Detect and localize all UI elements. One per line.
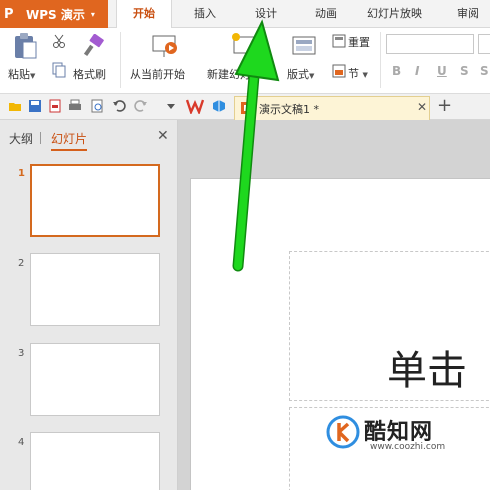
cloud-cube-icon[interactable] — [212, 99, 226, 113]
new-tab-button[interactable]: + — [437, 95, 452, 116]
tab-home[interactable]: 开始 — [116, 0, 172, 29]
undo-icon[interactable] — [112, 99, 126, 113]
copy-icon[interactable] — [52, 62, 66, 78]
slide-thumbnail-4[interactable] — [30, 432, 160, 490]
shadow-button[interactable]: S — [480, 64, 489, 78]
slide-number: 1 — [18, 168, 25, 179]
format-painter-icon[interactable] — [82, 34, 106, 58]
tab-review[interactable]: 审阅 — [457, 0, 479, 28]
chevron-down-icon: ▼ — [362, 71, 368, 79]
tab-slides[interactable]: 幻灯片 — [51, 130, 88, 151]
slide-thumbnail-3[interactable] — [30, 343, 160, 416]
tab-insert[interactable]: 插入 — [194, 0, 216, 28]
layout-button[interactable]: 版式▼ — [287, 66, 314, 82]
chevron-down-icon[interactable] — [164, 99, 178, 113]
chevron-down-icon: ▼ — [30, 72, 36, 80]
tab-outline[interactable]: 大纲 — [9, 130, 33, 147]
reset-icon[interactable] — [332, 34, 346, 48]
paste-icon[interactable] — [12, 32, 38, 60]
print-icon[interactable] — [68, 99, 82, 113]
watermark-url: www.coozhi.com — [370, 442, 446, 452]
quick-access-bar: 演示文稿1 * ✕ + — [0, 94, 490, 120]
new-slide-icon[interactable] — [230, 33, 256, 57]
section-button[interactable]: 节 ▼ — [348, 65, 368, 81]
open-folder-icon[interactable] — [8, 99, 22, 113]
format-painter-button[interactable]: 格式刷 — [73, 66, 106, 82]
ribbon-toolbar: 粘贴▼ 格式刷 从当前开始 新建幻灯 版式▼ 重置 节 ▼ B I U S S — [0, 28, 490, 94]
close-panel-icon[interactable]: ✕ — [157, 128, 169, 144]
coozhi-logo-icon — [326, 415, 360, 449]
wps-w-logo-icon[interactable] — [186, 98, 204, 114]
menu-bar: P WPS 演示 ▾ 开始 插入 设计 动画 幻灯片放映 审阅 — [0, 0, 490, 29]
title-placeholder-text: 单击 — [387, 348, 467, 394]
presentation-file-icon — [241, 102, 253, 114]
from-current-button[interactable]: 从当前开始 — [130, 66, 185, 82]
layout-label: 版式 — [287, 68, 309, 81]
new-slide-button[interactable]: 新建幻灯 — [207, 66, 251, 82]
export-pdf-icon[interactable] — [48, 99, 62, 113]
app-menu-button[interactable]: P WPS 演示 ▾ — [0, 0, 108, 28]
strikethrough-button[interactable]: S — [460, 64, 469, 78]
slide-number: 4 — [18, 437, 25, 448]
tab-design[interactable]: 设计 — [255, 0, 277, 28]
redo-icon[interactable] — [134, 99, 148, 113]
ribbon-divider — [120, 32, 121, 88]
font-size-select[interactable] — [478, 34, 490, 54]
slide-thumbnail-1[interactable] — [30, 164, 160, 237]
section-icon[interactable] — [332, 64, 346, 78]
tab-divider — [40, 132, 41, 144]
italic-button[interactable]: I — [415, 64, 419, 78]
underline-button[interactable]: U — [437, 64, 447, 78]
panel-tabs: 大纲 幻灯片 ✕ — [0, 120, 178, 151]
close-tab-icon[interactable]: ✕ — [417, 100, 427, 114]
app-name: WPS 演示 — [26, 7, 85, 22]
tab-animation[interactable]: 动画 — [315, 0, 337, 28]
tab-slideshow[interactable]: 幻灯片放映 — [367, 0, 422, 28]
slideshow-from-current-icon[interactable] — [152, 34, 178, 58]
reset-button[interactable]: 重置 — [348, 34, 370, 50]
section-label: 节 — [348, 67, 359, 80]
paste-label: 粘贴 — [8, 68, 30, 81]
chevron-down-icon: ▾ — [90, 9, 95, 19]
document-tab[interactable]: 演示文稿1 * ✕ — [234, 96, 430, 120]
document-tab-title: 演示文稿1 * — [259, 103, 319, 116]
chevron-down-icon: ▼ — [309, 72, 315, 80]
font-family-select[interactable] — [386, 34, 474, 54]
ribbon-divider — [380, 32, 381, 88]
wps-logo-icon: P — [4, 6, 14, 22]
bold-button[interactable]: B — [392, 64, 401, 78]
layout-icon[interactable] — [292, 36, 316, 56]
slide-number: 2 — [18, 258, 25, 269]
slide-thumbnail-2[interactable] — [30, 253, 160, 326]
cut-icon[interactable] — [52, 34, 66, 48]
slide-panel: 大纲 幻灯片 ✕ 1 2 3 4 — [0, 120, 178, 490]
save-icon[interactable] — [28, 99, 42, 113]
print-preview-icon[interactable] — [90, 99, 104, 113]
slide-number: 3 — [18, 348, 25, 359]
paste-button[interactable]: 粘贴▼ — [8, 66, 35, 82]
